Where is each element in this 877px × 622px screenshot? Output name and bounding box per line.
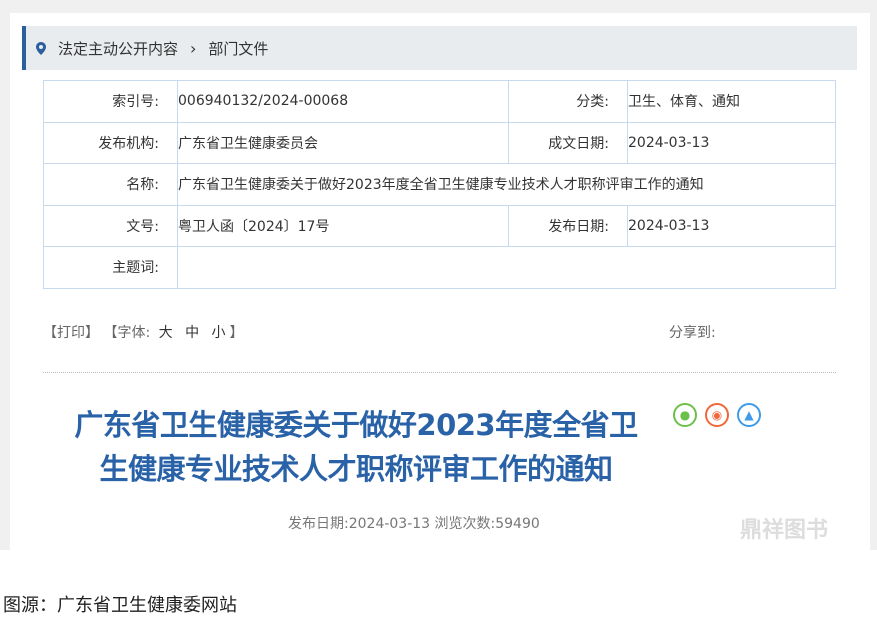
- weibo-icon[interactable]: ◉: [705, 403, 729, 427]
- breadcrumb-item-public-content[interactable]: 法定主动公开内容: [58, 38, 178, 59]
- name-label: 名称:: [43, 163, 178, 206]
- publisher-label: 发布机构:: [43, 121, 178, 164]
- watermark: 鼎祥图书: [740, 518, 829, 543]
- name-value: 广东省卫生健康委关于做好2023年度全省卫生健康专业技术人才职称评审工作的通知: [177, 163, 836, 206]
- divider: [43, 372, 836, 373]
- title-line-1: 广东省卫生健康委关于做好2023年度全省卫: [74, 408, 638, 442]
- bracket: 】: [229, 325, 244, 341]
- share-label: 分享到:: [669, 325, 716, 341]
- breadcrumb-item-dept-docs[interactable]: 部门文件: [208, 38, 268, 59]
- subject-value: [177, 246, 836, 289]
- category-label: 分类:: [508, 80, 628, 123]
- title-line-2: 生健康专业技术人才职称评审工作的通知: [99, 452, 613, 486]
- article-title: 广东省卫生健康委关于做好2023年度全省卫 生健康专业技术人才职称评审工作的通知: [40, 403, 672, 491]
- font-small-link[interactable]: 小: [212, 325, 226, 341]
- font-size-label: 【字体:: [103, 325, 151, 341]
- chevron-right-icon: ›: [190, 38, 197, 58]
- pubdate-label: 发布日期:: [508, 204, 628, 247]
- article-tools: 【打印】 【字体: 大 中 小】: [43, 322, 244, 342]
- index-label: 索引号:: [43, 80, 178, 123]
- publisher-value: 广东省卫生健康委员会: [177, 121, 509, 164]
- font-medium-link[interactable]: 中: [185, 325, 199, 341]
- subject-label: 主题词:: [43, 246, 178, 289]
- qq-icon[interactable]: ▲: [737, 403, 761, 427]
- image-caption: 图源：广东省卫生健康委网站: [3, 595, 237, 616]
- share-icons: ● ◉ ▲: [673, 403, 761, 427]
- document-info-table: 索引号: 006940132/2024-00068 分类: 卫生、体育、通知 发…: [43, 80, 836, 289]
- docno-label: 文号:: [43, 204, 178, 247]
- pubdate-value: 2024-03-13: [627, 204, 836, 247]
- print-link[interactable]: 【打印】: [43, 325, 99, 341]
- location-pin-icon: [36, 41, 46, 55]
- wechat-icon[interactable]: ●: [673, 403, 697, 427]
- created-date-label: 成文日期:: [508, 121, 628, 164]
- category-value: 卫生、体育、通知: [627, 80, 836, 123]
- index-value: 006940132/2024-00068: [177, 80, 509, 123]
- font-large-link[interactable]: 大: [159, 325, 173, 341]
- docno-value: 粤卫人函〔2024〕17号: [177, 204, 509, 247]
- article-meta: 发布日期:2024-03-13 浏览次数:59490: [288, 516, 540, 532]
- created-date-value: 2024-03-13: [627, 121, 836, 164]
- breadcrumb: 法定主动公开内容 › 部门文件: [22, 26, 857, 70]
